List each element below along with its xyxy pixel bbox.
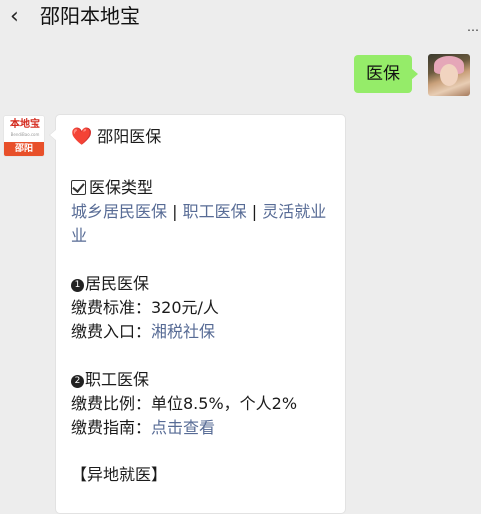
avatar-face-shape — [440, 64, 458, 86]
type-links-row: 城乡居民医保 | 职工医保 | 灵活就业 — [71, 200, 326, 224]
logo-text: 本地宝 — [10, 119, 40, 130]
type-links-wrap: 业 — [71, 224, 87, 248]
link-flexible[interactable]: 灵活就业 — [262, 202, 326, 221]
link-urban-rural[interactable]: 城乡居民医保 — [71, 202, 167, 221]
chat-title: 邵阳本地宝 — [40, 4, 140, 28]
employee-title: 2 职工医保 — [71, 368, 149, 392]
entry-label: 缴费入口： — [71, 322, 152, 341]
employee-ratio: 缴费比例：单位8.5%，个人2% — [71, 394, 298, 413]
entry-link[interactable]: 湘税社保 — [151, 322, 215, 341]
separator: | — [172, 202, 178, 221]
sender-logo: 本地宝 BendiBao.com — [4, 116, 44, 142]
types-title: 医保类型 — [71, 176, 153, 200]
my-avatar[interactable] — [428, 54, 470, 96]
offsite-title: 【异地就医】 — [71, 465, 168, 484]
outgoing-message[interactable]: 医保 — [354, 55, 418, 93]
link-employee[interactable]: 职工医保 — [183, 202, 247, 221]
message-heading: ❤️ 邵阳医保 — [71, 125, 161, 149]
logo-subtext: BendiBao.com — [10, 132, 40, 137]
types-title-text: 医保类型 — [89, 178, 154, 197]
resident-title-text: 居民医保 — [85, 274, 150, 293]
resident-title: 1 居民医保 — [71, 272, 149, 296]
sender-avatar[interactable]: 本地宝 BendiBao.com 邵阳 — [3, 115, 45, 157]
separator: | — [251, 202, 258, 221]
guide-label: 缴费指南： — [71, 418, 152, 437]
logo-city: 邵阳 — [4, 142, 44, 156]
checkbox-icon — [71, 180, 86, 195]
chevron-left-icon[interactable]: ‹ — [10, 4, 19, 30]
guide-link[interactable]: 点击查看 — [151, 418, 215, 437]
heart-icon: ❤️ — [71, 127, 93, 147]
resident-entry: 缴费入口：湘税社保 — [71, 320, 215, 344]
employee-guide: 缴费指南：点击查看 — [71, 416, 215, 440]
employee-title-text: 职工医保 — [85, 370, 150, 389]
incoming-message: ❤️ 邵阳医保 医保类型 城乡居民医保 | 职工医保 | 灵活就业 业 1 居民医… — [49, 114, 346, 514]
heading-text: 邵阳医保 — [97, 127, 162, 146]
chat-header: ‹ 邵阳本地宝 ⋯ — [0, 0, 481, 36]
link-flexible-wrap[interactable]: 业 — [71, 226, 87, 245]
more-dots-icon[interactable]: ⋯ — [467, 24, 479, 36]
number-badge: 2 — [71, 375, 84, 388]
number-badge: 1 — [71, 279, 84, 292]
resident-fee: 缴费标准：320元/人 — [71, 298, 219, 317]
